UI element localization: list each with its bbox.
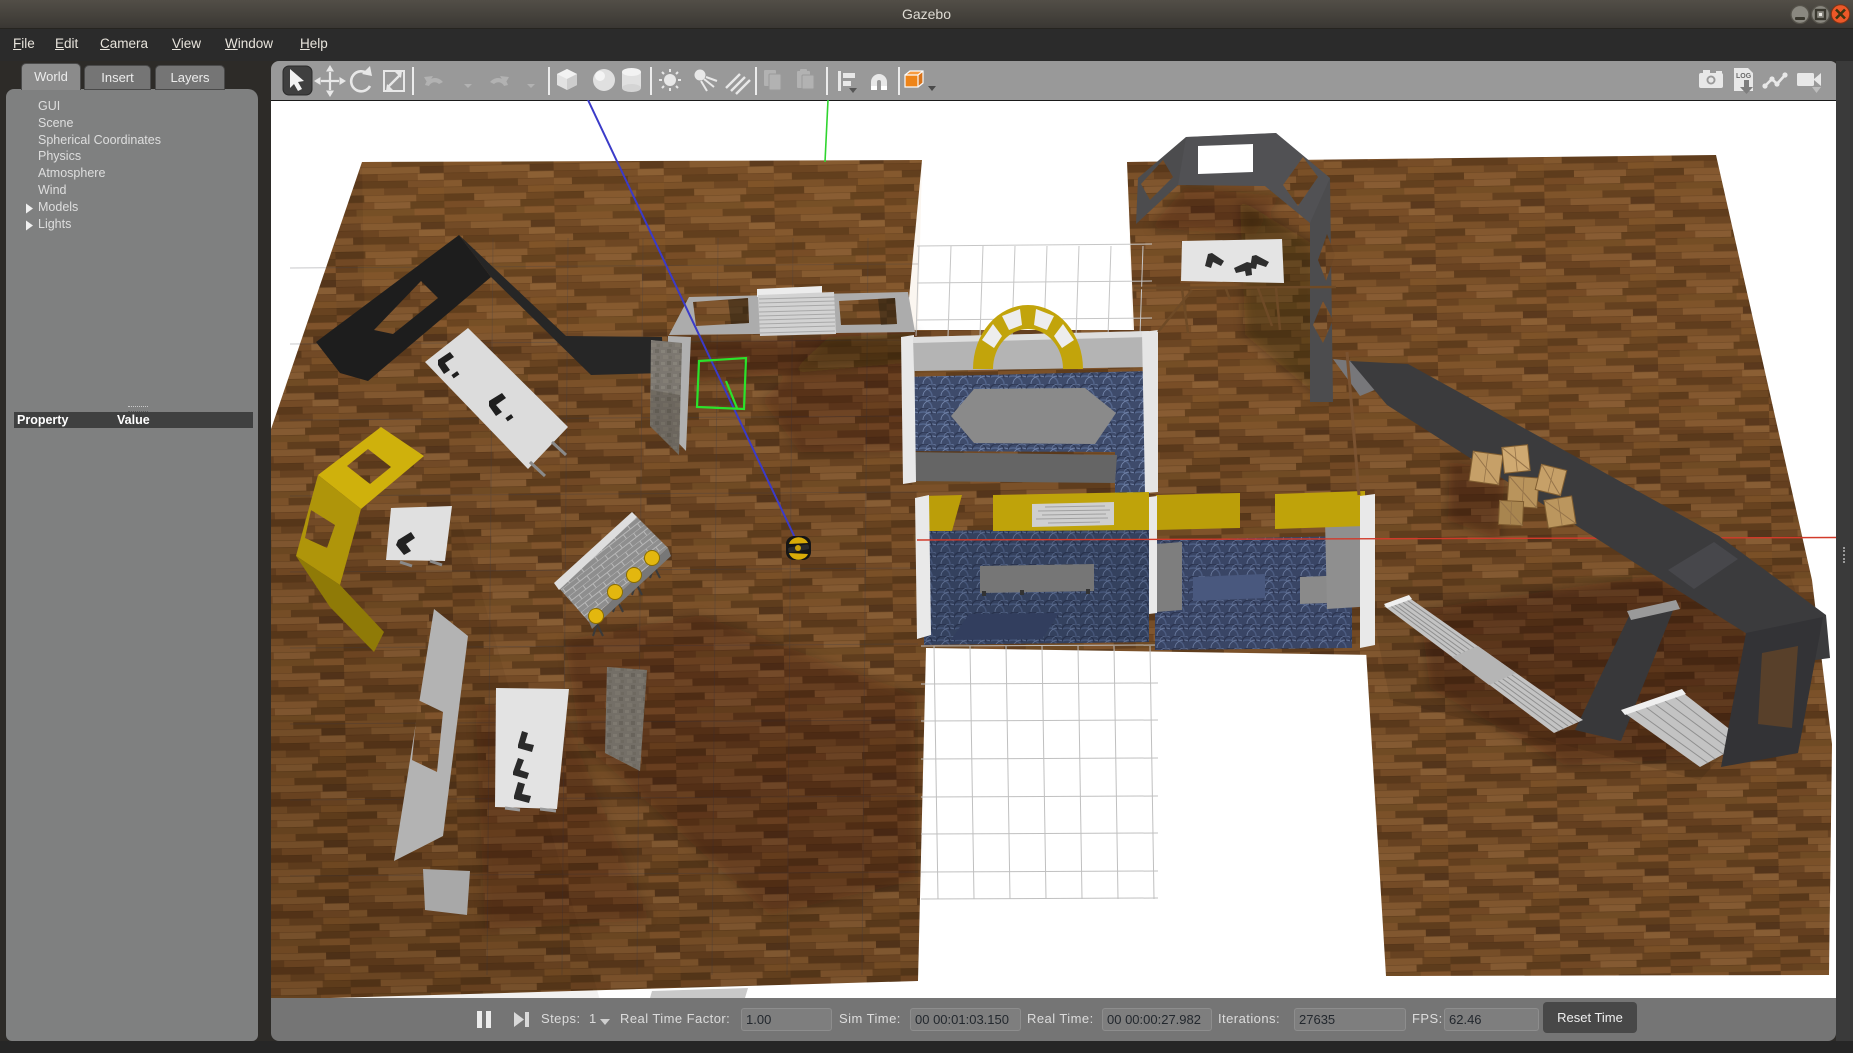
svg-text:LOG: LOG — [1736, 73, 1752, 80]
